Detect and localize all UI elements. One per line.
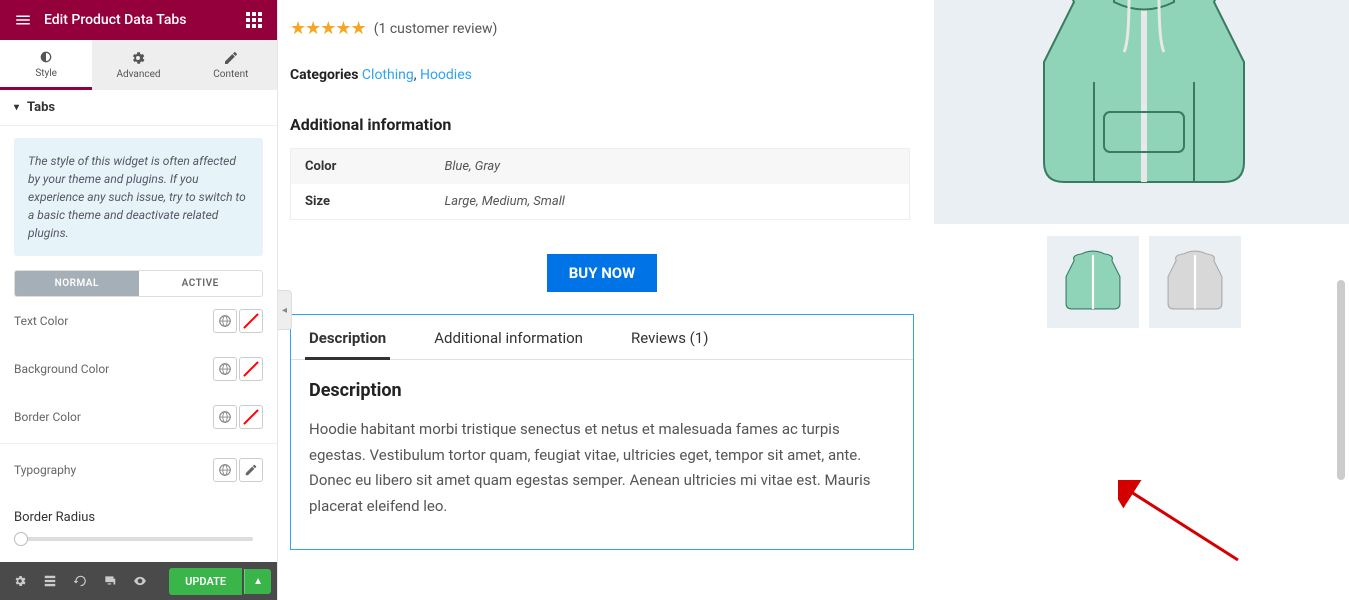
attr-value: Large, Medium, Small	[431, 184, 910, 220]
apps-grid-button[interactable]	[239, 12, 269, 28]
category-link[interactable]: Hoodies	[420, 67, 472, 83]
categories-label: Categories	[290, 67, 358, 83]
tab-description[interactable]: Description	[305, 315, 390, 360]
preview-icon[interactable]	[126, 567, 154, 595]
product-data-tabs-widget[interactable]: Description Additional information Revie…	[290, 314, 914, 550]
panel-tab-label: Style	[35, 68, 57, 79]
table-row: Size Large, Medium, Small	[291, 184, 910, 220]
global-color-button[interactable]	[213, 309, 237, 333]
additional-info-heading: Additional information	[290, 115, 914, 134]
theme-notice: The style of this widget is often affect…	[14, 138, 263, 256]
control-label-border-color: Border Color	[14, 410, 81, 424]
canvas-scrollbar[interactable]	[1337, 0, 1347, 600]
caret-down-icon: ▾	[14, 102, 19, 113]
global-color-button[interactable]	[213, 405, 237, 429]
panel-tab-content[interactable]: Content	[185, 40, 277, 90]
tab-additional-information[interactable]: Additional information	[430, 315, 587, 359]
control-label-background-color: Background Color	[14, 362, 109, 376]
panel-title: Edit Product Data Tabs	[38, 12, 239, 28]
border-color-picker[interactable]	[239, 405, 263, 429]
state-tab-active[interactable]: ACTIVE	[139, 271, 263, 296]
update-button[interactable]: UPDATE	[169, 568, 242, 595]
section-title: Tabs	[27, 100, 55, 115]
text-color-picker[interactable]	[239, 309, 263, 333]
buy-now-button[interactable]: BUY NOW	[547, 254, 658, 292]
state-tab-normal[interactable]: NORMAL	[15, 271, 139, 296]
product-thumbnail[interactable]	[1047, 236, 1139, 328]
panel-collapse-handle[interactable]: ◂	[278, 290, 292, 330]
background-color-picker[interactable]	[239, 357, 263, 381]
attr-name: Size	[291, 184, 431, 220]
product-thumbnail[interactable]	[1149, 236, 1241, 328]
control-label-text-color: Text Color	[14, 314, 68, 328]
review-count-text: (1 customer review)	[374, 21, 498, 37]
product-main-image	[934, 0, 1349, 224]
typography-edit-button[interactable]	[239, 458, 263, 482]
navigator-icon[interactable]	[36, 567, 64, 595]
panel-tab-label: Content	[213, 69, 248, 80]
menu-toggle-button[interactable]	[8, 11, 38, 29]
attr-value: Blue, Gray	[431, 149, 910, 185]
global-color-button[interactable]	[213, 357, 237, 381]
tab-content-body: Hoodie habitant morbi tristique senectus…	[309, 417, 895, 519]
border-radius-slider[interactable]	[14, 537, 253, 541]
panel-tab-label: Advanced	[116, 69, 160, 80]
table-row: Color Blue, Gray	[291, 149, 910, 185]
settings-icon[interactable]	[6, 567, 34, 595]
tab-content-heading: Description	[309, 380, 895, 401]
attributes-table: Color Blue, Gray Size Large, Medium, Sma…	[290, 148, 910, 220]
panel-tab-advanced[interactable]: Advanced	[92, 40, 184, 90]
attr-name: Color	[291, 149, 431, 185]
panel-tab-style[interactable]: Style	[0, 40, 92, 90]
global-typography-button[interactable]	[213, 458, 237, 482]
tab-reviews[interactable]: Reviews (1)	[627, 315, 713, 359]
control-label-border-radius: Border Radius	[14, 510, 95, 525]
update-options-button[interactable]: ▲	[244, 569, 271, 594]
control-label-typography: Typography	[14, 463, 76, 477]
responsive-icon[interactable]	[96, 567, 124, 595]
section-toggle-tabs[interactable]: ▾ Tabs	[0, 90, 277, 126]
category-link[interactable]: Clothing	[362, 67, 414, 83]
history-icon[interactable]	[66, 567, 94, 595]
star-rating: ★★★★★	[290, 18, 366, 39]
